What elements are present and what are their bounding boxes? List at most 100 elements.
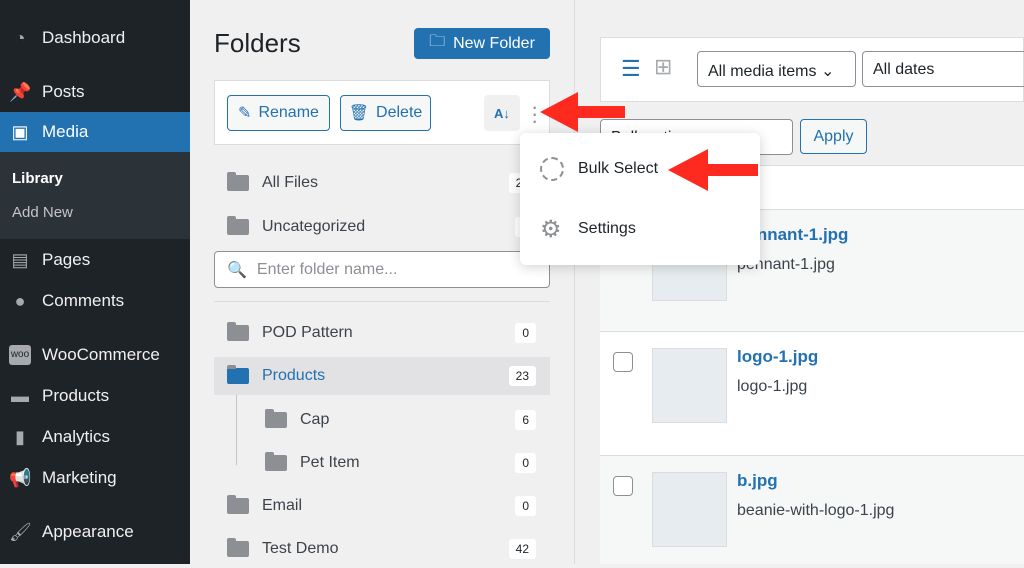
label: Media [42, 122, 89, 141]
count-badge: 0 [515, 323, 536, 343]
label: Products [262, 367, 326, 384]
media-row[interactable]: b.jpg beanie-with-logo-1.jpg [600, 455, 1024, 564]
label: Email [262, 497, 303, 514]
sidebar-item-dashboard[interactable]: ◔ Dashboard [0, 18, 190, 58]
sidebar-item-marketing[interactable]: 📢 Marketing [0, 458, 190, 498]
label: Products [42, 386, 110, 405]
folder-item-active[interactable]: Products 23 [214, 357, 550, 395]
folder-uncategorized[interactable]: Uncategorized7 [214, 208, 550, 246]
sidebar-item-woocommerce[interactable]: woo WooCommerce [0, 335, 190, 375]
folders-title: Folders [214, 28, 301, 58]
sidebar-item-posts[interactable]: 📌 Posts [0, 72, 190, 112]
admin-sidebar: ◔ Dashboard 📌 Posts ▣ Media Library Add New… [0, 0, 190, 564]
label: New Folder [453, 34, 535, 52]
delete-button[interactable]: 🗑 Delete [340, 95, 431, 131]
folder-toolbar: ✎ Rename 🗑 Delete A↓ · · · [214, 80, 550, 145]
menu-item-settings[interactable]: ⚙ Settings [520, 209, 760, 249]
thumbnail[interactable] [652, 348, 727, 423]
sidebar-item-appearance[interactable]: 🖌 Appearance [0, 512, 190, 552]
folder-item[interactable]: Pet Item 0 [214, 444, 550, 482]
bulk-select-icon [540, 157, 564, 181]
sidebar-item-comments[interactable]: ● Comments [0, 281, 190, 321]
sidebar-item-analytics[interactable]: ▮ Analytics [0, 417, 190, 457]
label: Appearance [42, 522, 134, 541]
label: WooCommerce [42, 345, 160, 364]
date-select[interactable]: All dates [862, 51, 1024, 87]
sort-az-button[interactable]: A↓ [484, 95, 520, 131]
thumbnail[interactable] [652, 472, 727, 547]
divider [214, 301, 550, 302]
folder-item[interactable]: POD Pattern 0 [214, 314, 550, 352]
red-arrow-annotation [668, 149, 758, 191]
sidebar-item-products[interactable]: ▬ Products [0, 376, 190, 416]
pin-icon: 📌 [9, 82, 32, 102]
filename: logo-1.jpg [737, 378, 808, 395]
submenu-library[interactable]: Library [12, 170, 63, 187]
chevron-down-icon: ⌄ [820, 63, 835, 80]
folder-search-icon: 🔍 [227, 261, 247, 279]
label: Posts [42, 82, 85, 101]
woo-icon: woo [9, 345, 31, 365]
label: Cap [300, 411, 330, 428]
count-badge: 0 [515, 453, 536, 473]
folder-item[interactable]: Email 0 [214, 487, 550, 525]
folder-all-files[interactable]: All Files24 [214, 164, 550, 202]
folder-item[interactable]: Cap 6 [214, 401, 550, 439]
gear-icon: ⚙ [540, 215, 562, 243]
sidebar-item-media[interactable]: ▣ Media [0, 112, 190, 152]
home-folder-icon [227, 172, 249, 191]
count-badge: 23 [508, 366, 536, 386]
label: Bulk Select [578, 160, 659, 177]
label: Rename [258, 104, 319, 121]
folders-panel: Folders 🗀 New Folder ✎ Rename 🗑 Delete A↓ ·… [190, 0, 575, 564]
dashboard-icon: ◔ [14, 28, 26, 48]
filename: beanie-with-logo-1.jpg [737, 502, 895, 519]
label: Test Demo [262, 540, 339, 557]
label: Comments [42, 291, 125, 310]
label: Delete [376, 104, 423, 121]
new-folder-button[interactable]: 🗀 New Folder [414, 28, 550, 59]
media-row[interactable]: logo-1.jpg logo-1.jpg [600, 331, 1024, 455]
label: Pet Item [300, 454, 360, 471]
media-title-link[interactable]: b.jpg [737, 471, 778, 491]
megaphone-icon: 📢 [9, 468, 32, 488]
row-checkbox[interactable] [613, 352, 633, 372]
count-badge: 0 [515, 496, 536, 516]
media-submenu: Library Add New [0, 152, 190, 239]
label: Settings [578, 220, 636, 237]
sort-az-icon: A↓ [494, 105, 510, 121]
apply-button[interactable]: Apply [800, 119, 867, 154]
pages-icon: ▤ [11, 250, 29, 270]
folder-icon [227, 495, 249, 514]
red-arrow-annotation [540, 92, 625, 132]
folder-open-icon [227, 365, 249, 384]
sidebar-item-pages[interactable]: ▤ Pages [0, 240, 190, 280]
submenu-add-new[interactable]: Add New [12, 204, 73, 221]
products-icon: ▬ [11, 386, 29, 406]
media-toolbar: ☰ ⊞ All media items ⌄ All dates [600, 37, 1024, 102]
grid-view-icon[interactable]: ⊞ [654, 54, 672, 80]
folder-icon [265, 452, 287, 471]
media-type-select[interactable]: All media items ⌄ [697, 51, 856, 87]
count-badge: 42 [508, 539, 536, 559]
count-badge: 6 [515, 410, 536, 430]
media-title-link[interactable]: logo-1.jpg [737, 347, 818, 367]
more-options-kebab-icon[interactable]: · · · [531, 96, 538, 132]
uncategorized-folder-icon [227, 216, 249, 235]
folder-item[interactable]: Test Demo 42 [214, 530, 550, 568]
row-checkbox[interactable] [613, 476, 633, 496]
label: Pages [42, 250, 91, 269]
folder-search-input[interactable]: 🔍 Enter folder name... [214, 251, 550, 288]
label: All dates [873, 61, 935, 78]
label: Marketing [42, 468, 117, 487]
list-view-icon[interactable]: ☰ [621, 56, 641, 82]
edit-folder-icon: ✎ [238, 105, 252, 122]
label: All media items [708, 63, 817, 80]
folder-icon [227, 322, 249, 341]
label: Dashboard [42, 28, 126, 47]
label: Uncategorized [262, 218, 366, 235]
folder-icon [227, 538, 249, 557]
rename-button[interactable]: ✎ Rename [227, 95, 330, 131]
brush-icon: 🖌 [9, 522, 32, 542]
folder-icon [265, 409, 287, 428]
